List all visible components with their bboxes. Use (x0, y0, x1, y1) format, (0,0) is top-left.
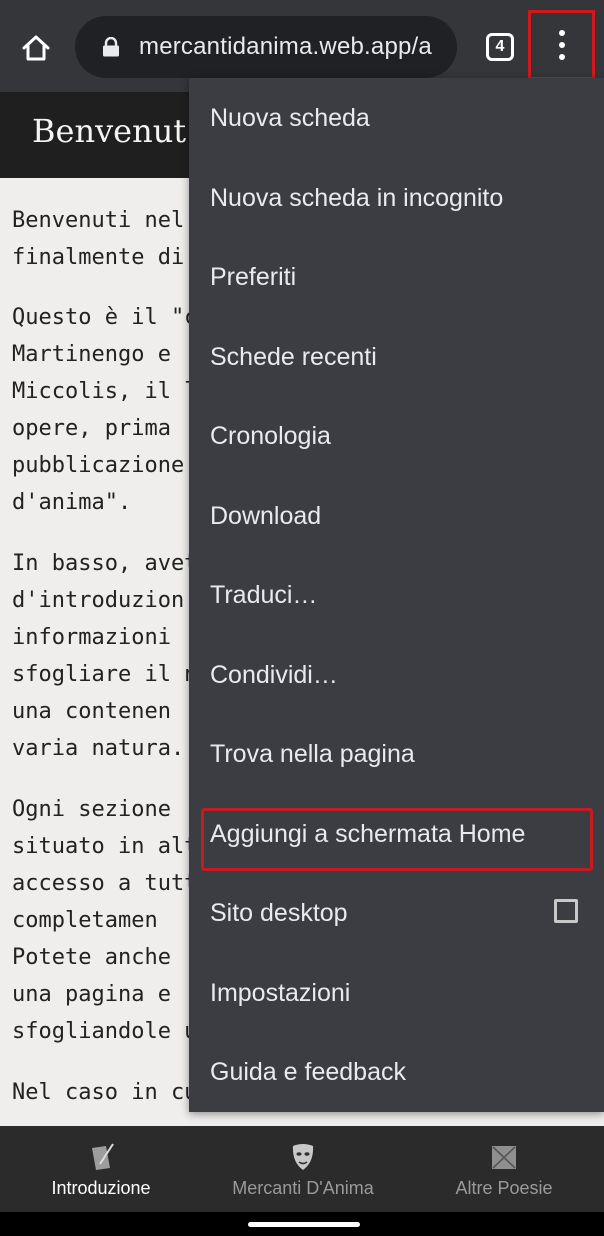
highlight-box (201, 808, 593, 871)
menu-item-label: Schede recenti (210, 342, 377, 371)
theater-mask-icon (292, 1144, 314, 1170)
book-icon (492, 1146, 516, 1169)
menu-item-label: Nuova scheda in incognito (210, 183, 504, 212)
nav-item-introduzione[interactable]: Introduzione (1, 1126, 201, 1212)
menu-item-bookmarks[interactable]: Preferiti (189, 237, 604, 317)
tab-switcher-button[interactable]: 4 (486, 33, 514, 61)
overflow-menu-button[interactable] (528, 10, 595, 80)
home-button[interactable] (14, 26, 58, 70)
menu-item-label: Trova nella pagina (210, 739, 415, 768)
menu-item-label: Cronologia (210, 421, 331, 450)
menu-item-find-in-page[interactable]: Trova nella pagina (189, 714, 604, 794)
bottom-navigation: Introduzione Mercanti D'Anima Altre Poes… (0, 1126, 604, 1212)
address-bar[interactable]: mercantidanima.web.app/a (75, 16, 457, 78)
menu-item-label: Sito desktop (210, 898, 348, 927)
menu-item-label: Download (210, 501, 322, 530)
lock-icon (103, 37, 119, 57)
desktop-site-checkbox[interactable] (554, 899, 578, 923)
menu-item-translate[interactable]: Traduci… (189, 555, 604, 635)
menu-item-downloads[interactable]: Download (189, 476, 604, 556)
menu-item-new-tab[interactable]: Nuova scheda (189, 78, 604, 158)
url-text: mercantidanima.web.app/a (139, 33, 432, 60)
overflow-menu: Nuova scheda Nuova scheda in incognito P… (189, 78, 604, 1112)
nav-item-mercanti-danima[interactable]: Mercanti D'Anima (203, 1126, 403, 1212)
menu-item-new-incognito-tab[interactable]: Nuova scheda in incognito (189, 158, 604, 238)
menu-item-recent-tabs[interactable]: Schede recenti (189, 317, 604, 397)
menu-dot (558, 30, 565, 36)
menu-item-label: Guida e feedback (210, 1057, 406, 1086)
system-gesture-area (0, 1212, 604, 1236)
page-title: Benvenut (32, 112, 187, 150)
menu-item-label: Traduci… (210, 580, 318, 609)
menu-item-history[interactable]: Cronologia (189, 396, 604, 476)
nav-label: Introduzione (51, 1178, 151, 1198)
home-gesture-pill[interactable] (248, 1222, 360, 1227)
home-icon (22, 35, 50, 61)
nav-item-altre-poesie[interactable]: Altre Poesie (404, 1126, 604, 1212)
menu-dot (558, 42, 565, 48)
nav-label: Mercanti D'Anima (232, 1178, 374, 1198)
menu-item-settings[interactable]: Impostazioni (189, 953, 604, 1033)
menu-item-help-feedback[interactable]: Guida e feedback (189, 1032, 604, 1112)
menu-item-label: Preferiti (210, 262, 297, 291)
menu-item-label: Condividi… (210, 660, 338, 689)
menu-item-label: Impostazioni (210, 978, 351, 1007)
nav-label: Altre Poesie (455, 1178, 553, 1198)
menu-item-label: Nuova scheda (210, 103, 370, 132)
menu-item-share[interactable]: Condividi… (189, 635, 604, 715)
menu-item-desktop-site[interactable]: Sito desktop (189, 873, 604, 953)
menu-dot (558, 54, 565, 60)
quill-paper-icon (92, 1143, 114, 1170)
